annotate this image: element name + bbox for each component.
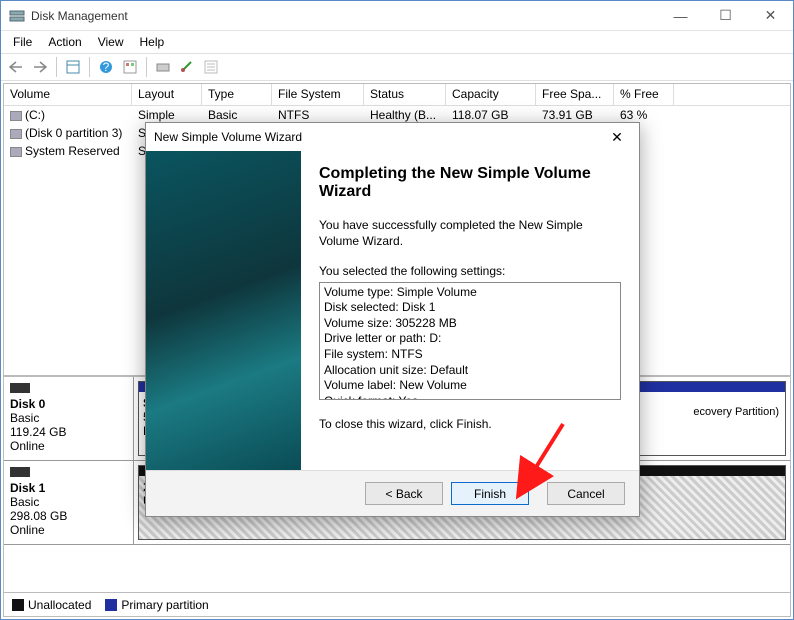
wizard-title: New Simple Volume Wizard <box>154 130 603 144</box>
disk1-state: Online <box>10 523 45 537</box>
back-button[interactable]: < Back <box>365 482 443 505</box>
disk0-partition-recovery-text: ecovery Partition) <box>693 406 779 418</box>
wizard-setting-line: Drive letter or path: D: <box>324 331 616 347</box>
disk1-label: Disk 1 Basic 298.08 GB Online <box>4 461 134 544</box>
col-pct[interactable]: % Free <box>614 84 674 105</box>
disk0-state: Online <box>10 439 45 453</box>
wizard-setting-line: Disk selected: Disk 1 <box>324 300 616 316</box>
wizard-text-close-hint: To close this wizard, click Finish. <box>319 416 621 432</box>
cancel-button[interactable]: Cancel <box>547 482 625 505</box>
properties-icon[interactable] <box>62 56 84 78</box>
legend-unalloc: Unallocated <box>28 598 91 612</box>
window-title: Disk Management <box>31 9 658 23</box>
wizard-setting-line: Allocation unit size: Default <box>324 363 616 379</box>
view-icon[interactable] <box>119 56 141 78</box>
forward-icon[interactable] <box>29 56 51 78</box>
finish-button[interactable]: Finish <box>451 482 529 505</box>
menubar: File Action View Help <box>1 31 793 53</box>
col-status[interactable]: Status <box>364 84 446 105</box>
menu-help[interactable]: Help <box>132 33 173 51</box>
disk0-label: Disk 0 Basic 119.24 GB Online <box>4 377 134 460</box>
col-layout[interactable]: Layout <box>132 84 202 105</box>
wizard-setting-line: Volume label: New Volume <box>324 378 616 394</box>
disk1-kind: Basic <box>10 495 39 509</box>
back-icon[interactable] <box>5 56 27 78</box>
col-free[interactable]: Free Spa... <box>536 84 614 105</box>
wizard-heading: Completing the New Simple Volume Wizard <box>319 165 621 201</box>
legend-primary: Primary partition <box>121 598 208 612</box>
list-icon[interactable] <box>200 56 222 78</box>
wizard-close-icon[interactable]: ✕ <box>603 129 631 146</box>
titlebar: Disk Management ― ☐ ✕ <box>1 1 793 31</box>
wizard-text-settings-label: You selected the following settings: <box>319 263 621 279</box>
wizard-setting-line: File system: NTFS <box>324 347 616 363</box>
col-capacity[interactable]: Capacity <box>446 84 536 105</box>
legend: Unallocated Primary partition <box>4 592 790 616</box>
minimize-button[interactable]: ― <box>658 1 703 30</box>
menu-file[interactable]: File <box>5 33 40 51</box>
wizard-sidebar-image <box>146 151 301 470</box>
col-fs[interactable]: File System <box>272 84 364 105</box>
wizard-setting-line: Volume type: Simple Volume <box>324 285 616 301</box>
volume-grid-header: Volume Layout Type File System Status Ca… <box>4 84 790 106</box>
menu-action[interactable]: Action <box>40 33 89 51</box>
menu-view[interactable]: View <box>90 33 132 51</box>
col-type[interactable]: Type <box>202 84 272 105</box>
toolbar: ? <box>1 53 793 81</box>
disk1-size: 298.08 GB <box>10 509 67 523</box>
col-volume[interactable]: Volume <box>4 84 132 105</box>
refresh-icon[interactable] <box>152 56 174 78</box>
wizard-setting-line: Volume size: 305228 MB <box>324 316 616 332</box>
action-icon[interactable] <box>176 56 198 78</box>
help-icon[interactable]: ? <box>95 56 117 78</box>
svg-text:?: ? <box>103 60 110 74</box>
disk0-name: Disk 0 <box>10 397 45 411</box>
wizard-setting-line: Quick format: Yes <box>324 394 616 400</box>
wizard-button-row: < Back Finish Cancel <box>146 470 639 516</box>
maximize-button[interactable]: ☐ <box>703 1 748 30</box>
app-icon <box>9 8 25 24</box>
new-simple-volume-wizard: New Simple Volume Wizard ✕ Completing th… <box>145 122 640 517</box>
wizard-settings-box[interactable]: Volume type: Simple VolumeDisk selected:… <box>319 282 621 400</box>
close-button[interactable]: ✕ <box>748 1 793 30</box>
disk0-size: 119.24 GB <box>10 425 66 439</box>
disk0-kind: Basic <box>10 411 39 425</box>
disk1-name: Disk 1 <box>10 481 45 495</box>
wizard-text-success: You have successfully completed the New … <box>319 217 621 249</box>
